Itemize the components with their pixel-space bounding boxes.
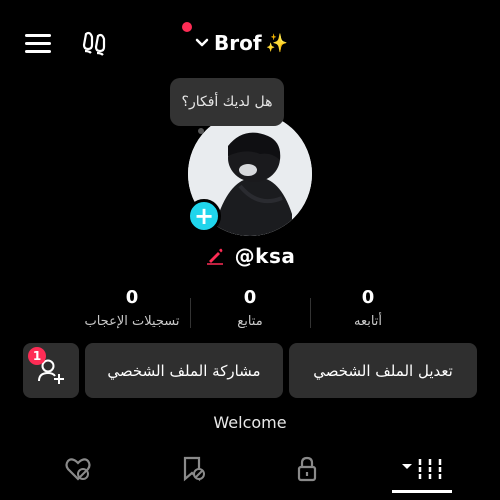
likes-label: تسجيلات الإعجاب — [84, 314, 180, 329]
divider — [190, 298, 191, 328]
bio-text: Welcome — [213, 413, 287, 432]
likes-stat[interactable]: 0 تسجيلات الإعجاب — [77, 286, 187, 329]
account-name: Brof — [214, 31, 262, 55]
bookmark-hidden-icon — [183, 456, 205, 482]
bubble-text: هل لديك أفكار؟ — [181, 94, 273, 110]
notification-badge: 1 — [28, 347, 46, 365]
tab-private[interactable] — [272, 448, 342, 490]
account-switcher[interactable]: Brof ✨ — [178, 22, 288, 60]
pencil-icon[interactable] — [205, 246, 225, 266]
following-stat[interactable]: 0 أتابعه — [313, 286, 423, 329]
edit-profile-button[interactable]: تعديل الملف الشخصي — [289, 343, 477, 398]
bubble-tail — [198, 128, 204, 134]
share-profile-label: مشاركة الملف الشخصي — [107, 361, 261, 380]
followers-stat[interactable]: 0 متابع — [195, 286, 305, 329]
active-tab-indicator — [392, 490, 452, 493]
footprints-icon[interactable] — [80, 28, 110, 58]
add-photo-button[interactable]: + — [187, 199, 221, 233]
ideas-bubble[interactable]: هل لديك أفكار؟ — [170, 78, 284, 126]
followers-count: 0 — [243, 287, 257, 308]
plus-icon: + — [193, 202, 215, 230]
sparkle-icon: ✨ — [265, 32, 288, 54]
edit-profile-label: تعديل الملف الشخصي — [313, 361, 453, 380]
grid-icon — [402, 459, 443, 479]
tab-liked[interactable] — [43, 448, 113, 490]
following-count: 0 — [361, 287, 375, 308]
menu-icon[interactable] — [25, 34, 51, 54]
divider — [310, 298, 311, 328]
tab-videos[interactable] — [387, 448, 457, 490]
following-label: أتابعه — [353, 314, 383, 329]
username-row: @ksa — [0, 240, 500, 272]
likes-count: 0 — [125, 287, 139, 308]
share-profile-button[interactable]: مشاركة الملف الشخصي — [85, 343, 283, 398]
notification-dot — [182, 22, 192, 32]
heart-hidden-icon — [65, 458, 91, 481]
followers-label: متابع — [237, 314, 263, 329]
lock-icon — [297, 456, 317, 482]
tab-favorites[interactable] — [158, 448, 228, 490]
chevron-down-icon — [195, 38, 209, 47]
username: @ksa — [234, 244, 296, 268]
